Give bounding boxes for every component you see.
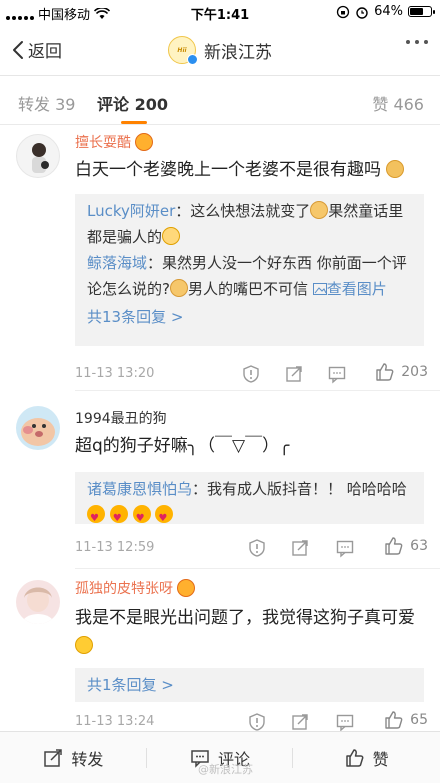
comment-time: 11-13 13:24: [75, 714, 155, 729]
avatar-illustration: [32, 143, 49, 173]
comment-text-content: 我是不是眼光出问题了，我觉得这狗子真可爱: [75, 608, 415, 628]
fire-badge-icon: [135, 133, 153, 151]
reply-item[interactable]: 鲸落海域：果然男人没一个好东西 你前面一个评论怎么说的? 男人的嘴巴不可信 查看图…: [87, 250, 412, 302]
orientation-lock-icon: [336, 5, 350, 18]
fire-badge-icon: [177, 579, 195, 597]
like-button[interactable]: 65: [384, 710, 428, 730]
avatar[interactable]: [16, 134, 60, 178]
status-right: 64%: [336, 4, 435, 19]
divider: [75, 390, 440, 391]
reply-icon[interactable]: [327, 364, 347, 384]
repost-label: 转发: [71, 749, 104, 769]
battery-percent: 64%: [374, 4, 403, 19]
reply-box[interactable]: 共1条回复 >: [75, 668, 424, 702]
verified-icon: [187, 54, 198, 65]
reply-text: ：我有成人版抖音！！ 哈哈哈哈: [192, 480, 407, 498]
report-icon[interactable]: [241, 364, 261, 384]
tab-bar: 转发 39 评论 200 赞 466: [0, 77, 440, 125]
heart-eyes-emoji-icon: [155, 505, 174, 532]
repost-icon: [44, 748, 63, 767]
reply-text: ：这么快想法就变了: [175, 202, 311, 220]
alarm-icon: [356, 6, 368, 19]
reply-username[interactable]: 诸葛康恩惧怕乌: [87, 480, 192, 498]
scream-emoji-icon: [75, 636, 93, 654]
reply-username[interactable]: Lucky阿妍er: [87, 202, 175, 220]
thumbs-up-icon: [385, 711, 403, 729]
comment-time: 11-13 13:20: [75, 366, 155, 381]
image-icon: [312, 283, 327, 295]
nav-title: Hii 新浪江苏: [0, 36, 440, 65]
cat-emoji-icon: [310, 201, 329, 219]
comment-username[interactable]: 擅长耍酷: [75, 132, 153, 152]
comment-time: 11-13 12:59: [75, 540, 155, 555]
repost-button[interactable]: 转发: [0, 732, 147, 783]
reply-username[interactable]: 鲸落海域: [87, 254, 147, 272]
status-bar: 中国移动 下午1:41 64%: [0, 0, 440, 24]
tab-comment[interactable]: 评论 200: [97, 91, 168, 115]
logo-lettering: Hii: [177, 46, 187, 54]
watermark: @新浪江苏: [198, 763, 253, 776]
comment-text-content: 白天一个老婆晚上一个老婆不是很有趣吗: [75, 160, 381, 180]
share-icon[interactable]: [290, 712, 310, 732]
heart-eyes-emoji-icon: [132, 505, 151, 532]
bottom-action-bar: 转发 评论 赞 @新浪江苏: [0, 731, 440, 783]
view-more-replies-link[interactable]: 共13条回复 >: [87, 304, 412, 330]
thumbs-up-icon: [345, 748, 364, 767]
reply-box[interactable]: 诸葛康恩惧怕乌：我有成人版抖音！！ 哈哈哈哈: [75, 472, 424, 532]
heart-eyes-emoji-icon: [87, 505, 105, 532]
more-options-button[interactable]: [406, 40, 428, 44]
heart-eyes-emoji-icon: [109, 505, 128, 532]
share-icon[interactable]: [290, 538, 310, 558]
view-image-link[interactable]: 查看图片: [327, 280, 387, 298]
reply-icon[interactable]: [335, 712, 355, 732]
comment-item: 擅长耍酷 白天一个老婆晚上一个老婆不是很有趣吗 Lucky阿妍er：这么快想法就…: [0, 126, 440, 384]
comment-meta: 11-13 12:59 63: [75, 536, 428, 560]
thumbs-up-icon: [385, 537, 403, 555]
thumbs-up-icon: [376, 363, 394, 381]
reply-box[interactable]: Lucky阿妍er：这么快想法就变了 果然童话里都是骗人的 鲸落海域：果然男人没一…: [75, 194, 424, 346]
username-text[interactable]: 孤独的皮特张呀: [75, 578, 173, 598]
comment-meta: 11-13 13:20 203: [75, 362, 428, 386]
account-avatar[interactable]: Hii: [168, 36, 198, 65]
avatar-illustration: [22, 587, 54, 624]
reply-item[interactable]: Lucky阿妍er：这么快想法就变了 果然童话里都是骗人的: [87, 198, 412, 250]
like-label: 赞: [372, 749, 389, 769]
avatar[interactable]: [16, 406, 60, 450]
doge-emoji-icon: [386, 160, 405, 178]
like-button[interactable]: 203: [375, 362, 428, 382]
like-post-button[interactable]: 赞: [293, 732, 440, 783]
avatar-illustration: [21, 418, 55, 446]
tab-active-indicator: [121, 121, 147, 124]
tab-repost[interactable]: 转发 39: [18, 91, 75, 115]
like-count: 203: [401, 364, 428, 380]
nav-bar: 返回 Hii 新浪江苏: [0, 24, 440, 76]
view-more-replies-link[interactable]: 共1条回复 >: [87, 672, 412, 698]
like-count: 63: [410, 538, 428, 554]
battery-fill: [410, 8, 423, 15]
comment-text: 白天一个老婆晚上一个老婆不是很有趣吗: [75, 156, 424, 184]
reply-item[interactable]: 诸葛康恩惧怕乌：我有成人版抖音！！ 哈哈哈哈: [87, 476, 412, 532]
cat-emoji-icon: [169, 279, 188, 297]
tab-like[interactable]: 赞 466: [372, 91, 424, 115]
report-icon[interactable]: [247, 712, 267, 732]
comment-username[interactable]: 1994最丑的狗: [75, 408, 167, 428]
comment-item: 孤独的皮特张呀 我是不是眼光出问题了，我觉得这狗子真可爱 共1条回复 > 11-…: [0, 572, 440, 732]
comment-item: 1994最丑的狗 超q的狗子好嘛╮（￣▽￣）╭ 诸葛康恩惧怕乌：我有成人版抖音！…: [0, 396, 440, 562]
comment-text: 超q的狗子好嘛╮（￣▽￣）╭: [75, 436, 290, 456]
account-name[interactable]: 新浪江苏: [204, 38, 272, 63]
reply-icon[interactable]: [335, 538, 355, 558]
username-text[interactable]: 擅长耍酷: [75, 132, 131, 152]
report-icon[interactable]: [247, 538, 267, 558]
divider: [75, 568, 440, 569]
comment-username[interactable]: 孤独的皮特张呀: [75, 578, 195, 598]
username-text[interactable]: 1994最丑的狗: [75, 408, 167, 428]
battery-icon: [408, 6, 435, 17]
like-count: 65: [410, 712, 428, 728]
share-icon[interactable]: [284, 364, 304, 384]
avatar[interactable]: [16, 580, 60, 624]
kid-emoji-icon: [162, 227, 181, 245]
reply-text-2: 男人的嘴巴不可信: [187, 280, 308, 298]
like-button[interactable]: 63: [384, 536, 428, 556]
comment-text: 我是不是眼光出问题了，我觉得这狗子真可爱: [75, 604, 424, 660]
